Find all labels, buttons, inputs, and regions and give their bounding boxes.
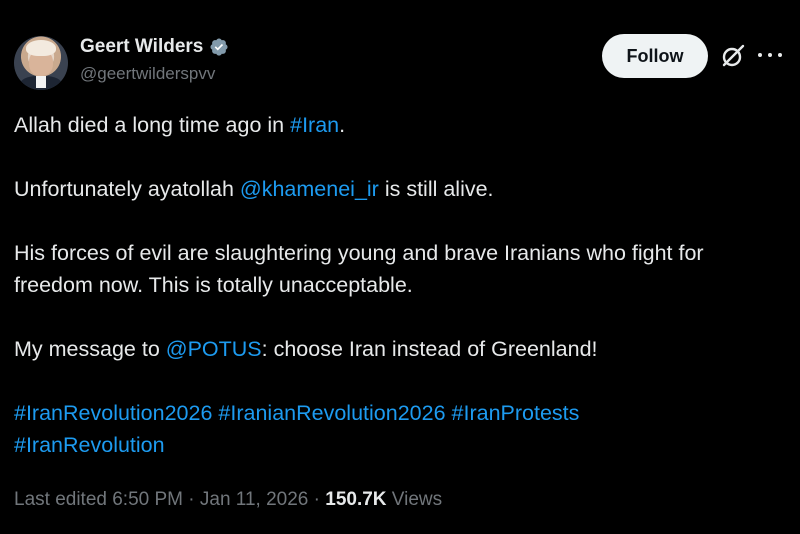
more-dot <box>768 53 772 57</box>
hashtag-link[interactable]: #IranRevolution2026 <box>14 401 212 425</box>
tweet-text-span: is still alive. <box>378 177 494 201</box>
more-dot <box>778 53 782 57</box>
avatar[interactable] <box>14 36 68 90</box>
hashtag-link[interactable]: #IranProtests <box>452 401 580 425</box>
grok-icon[interactable] <box>720 43 746 69</box>
hashtag-link[interactable]: #IranianRevolution2026 <box>218 401 445 425</box>
tweet-line: freedom now. This is totally unacceptabl… <box>14 273 413 297</box>
tweet-line: Unfortunately ayatollah @khamenei_ir is … <box>14 173 786 205</box>
avatar-collar <box>36 76 46 88</box>
mention-link[interactable]: @khamenei_ir <box>240 177 379 201</box>
meta-separator: · <box>183 489 200 510</box>
meta-separator: · <box>308 489 326 510</box>
views-count[interactable]: 150.7K <box>325 489 386 510</box>
tweet-date[interactable]: Jan 11, 2026 <box>200 489 308 510</box>
tweet-line: My message to @POTUS: choose Iran instea… <box>14 333 786 365</box>
hashtag-line: #IranRevolution <box>14 429 786 461</box>
hashtag-line: #IranRevolution2026 #IranianRevolution20… <box>14 397 786 429</box>
tweet-text-span: Unfortunately ayatollah <box>14 177 240 201</box>
verified-badge-icon <box>210 38 228 56</box>
mention-link[interactable]: @POTUS <box>166 337 262 361</box>
more-icon[interactable] <box>758 43 782 67</box>
tweet-text-span: My message to <box>14 337 166 361</box>
tweet-line: Allah died a long time ago in #Iran. <box>14 109 786 141</box>
hashtag-link[interactable]: #Iran <box>290 113 339 137</box>
edited-timestamp[interactable]: Last edited 6:50 PM <box>14 489 183 510</box>
avatar-hair <box>26 40 56 56</box>
tweet-text-span: : choose Iran instead of Greenland! <box>261 337 598 361</box>
author-display-name[interactable]: Geert Wilders <box>80 36 229 58</box>
tweet-text-span: Allah died a long time ago in <box>14 113 291 137</box>
author-names: Geert Wilders @geertwilderspvv <box>80 36 229 84</box>
views-label: Views <box>386 489 443 510</box>
author-name-text[interactable]: Geert Wilders <box>80 36 203 58</box>
tweet-header: Geert Wilders @geertwilderspvv Follow <box>14 34 786 92</box>
tweet-text: Allah died a long time ago in #Iran. Unf… <box>14 109 786 461</box>
tweet-text-span: . <box>339 113 346 137</box>
tweet-meta: Last edited 6:50 PM · Jan 11, 2026 · 150… <box>14 489 442 511</box>
tweet-line: His forces of evil are slaughtering youn… <box>14 241 704 265</box>
author-handle[interactable]: @geertwilderspvv <box>80 64 229 84</box>
hashtag-link[interactable]: #IranRevolution <box>14 433 165 457</box>
more-dot <box>758 53 762 57</box>
follow-button[interactable]: Follow <box>602 34 708 78</box>
